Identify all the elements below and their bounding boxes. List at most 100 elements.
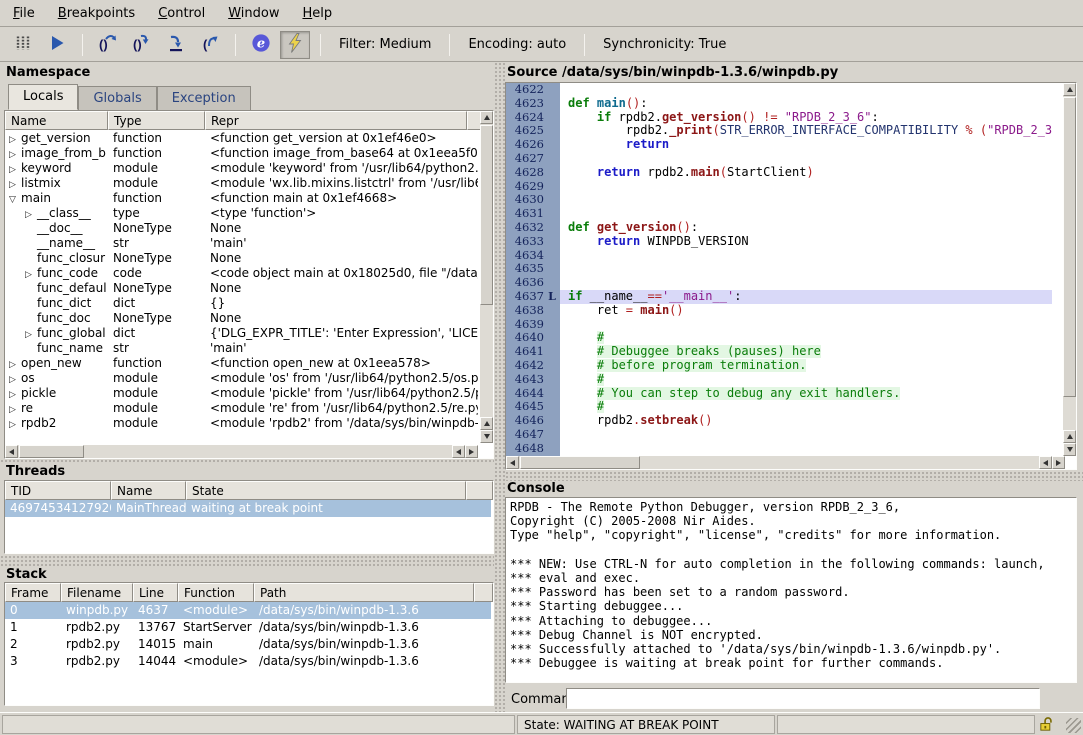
namespace-row[interactable]: func_namestr'main'	[5, 340, 478, 355]
scrollbar-thumb[interactable]	[1063, 97, 1076, 397]
namespace-row[interactable]: ▷image_from_bfunction<function image_fro…	[5, 145, 478, 160]
namespace-row[interactable]: ▷remodule<module 're' from '/usr/lib64/p…	[5, 400, 478, 415]
step-out-button[interactable]: (	[195, 31, 225, 59]
horizontal-scrollbar[interactable]	[5, 445, 478, 458]
scroll-right-button[interactable]	[465, 445, 478, 458]
namespace-row[interactable]: ▷listmixmodule<module 'wx.lib.mixins.lis…	[5, 175, 478, 190]
step-over-button[interactable]: ()	[93, 31, 123, 59]
stack-table[interactable]: FrameFilenameLineFunctionPath0winpdb.py4…	[4, 582, 494, 706]
namespace-row[interactable]: ▷__class__type<type 'function'>	[5, 205, 478, 220]
scroll-up-button[interactable]	[1063, 430, 1076, 443]
scroll-left-button[interactable]	[506, 456, 519, 469]
line-number-gutter[interactable]: 4648	[506, 442, 560, 456]
scroll-left-button[interactable]	[1039, 456, 1052, 469]
namespace-row[interactable]: ▷func_globaldict{'DLG_EXPR_TITLE': 'Ente…	[5, 325, 478, 340]
column-header-path[interactable]: Path	[254, 583, 474, 602]
scroll-down-button[interactable]	[480, 430, 493, 443]
horizontal-scrollbar[interactable]	[506, 456, 1065, 469]
menu-breakpoints[interactable]: Breakpoints	[55, 2, 138, 25]
namespace-row[interactable]: ▷get_versionfunction<function get_versio…	[5, 130, 478, 145]
line-number-gutter[interactable]: 4638	[506, 304, 560, 318]
namespace-row[interactable]: __name__str'main'	[5, 235, 478, 250]
scrollbar-thumb[interactable]	[480, 125, 493, 305]
vertical-scrollbar[interactable]	[1063, 83, 1076, 456]
scroll-down-button[interactable]	[1063, 443, 1076, 456]
step-return-button[interactable]	[161, 31, 191, 59]
namespace-row[interactable]: func_docNoneTypeNone	[5, 310, 478, 325]
go-button[interactable]	[42, 31, 72, 59]
column-header-line[interactable]: Line	[133, 583, 178, 602]
line-number-gutter[interactable]: 4632	[506, 221, 560, 235]
namespace-threads-splitter[interactable]	[0, 459, 494, 464]
vertical-scrollbar[interactable]	[480, 111, 493, 443]
scrollbar-thumb[interactable]	[19, 445, 84, 458]
column-header-filename[interactable]: Filename	[61, 583, 133, 602]
line-number-gutter[interactable]: 4635	[506, 262, 560, 276]
line-number-gutter[interactable]: 4623	[506, 97, 560, 111]
tab-globals[interactable]: Globals	[78, 86, 156, 110]
namespace-row[interactable]: func_closurNoneTypeNone	[5, 250, 478, 265]
menu-window[interactable]: Window	[225, 2, 282, 25]
encoding-toggle-button[interactable]: e	[246, 31, 276, 59]
line-number-gutter[interactable]: 4645	[506, 400, 560, 414]
column-header-frame[interactable]: Frame	[5, 583, 61, 602]
column-header-tid[interactable]: TID	[5, 481, 111, 500]
line-number-gutter[interactable]: 4646	[506, 414, 560, 428]
column-header-state[interactable]: State	[186, 481, 466, 500]
expand-arrow-icon[interactable]: ▷	[9, 180, 21, 190]
collapse-arrow-icon[interactable]: ▽	[9, 195, 21, 205]
namespace-row[interactable]: ▷open_newfunction<function open_new at 0…	[5, 355, 478, 370]
expand-arrow-icon[interactable]: ▷	[9, 420, 21, 430]
column-header-name[interactable]: Name	[5, 111, 108, 130]
expand-arrow-icon[interactable]: ▷	[9, 135, 21, 145]
scrollbar-thumb[interactable]	[520, 456, 640, 469]
namespace-row[interactable]: func_defaulNoneTypeNone	[5, 280, 478, 295]
line-number-gutter[interactable]: 4641	[506, 345, 560, 359]
scroll-up-button[interactable]	[480, 111, 493, 124]
line-number-gutter[interactable]: 4630	[506, 193, 560, 207]
namespace-row[interactable]: ▽mainfunction<function main at 0x1ef4668…	[5, 190, 478, 205]
line-number-gutter[interactable]: 4640	[506, 331, 560, 345]
tab-locals[interactable]: Locals	[8, 84, 78, 110]
step-into-button[interactable]: ()	[127, 31, 157, 59]
expand-arrow-icon[interactable]: ▷	[9, 150, 21, 160]
stack-frame-row[interactable]: 2rpdb2.py14015main/data/sys/bin/winpdb-1…	[5, 636, 491, 653]
namespace-table[interactable]: NameTypeRepr▷get_versionfunction<functio…	[4, 110, 494, 459]
command-input[interactable]	[566, 688, 1040, 709]
line-number-gutter[interactable]: 4622	[506, 83, 560, 97]
line-number-gutter[interactable]: 4627	[506, 152, 560, 166]
source-view[interactable]: 46224623def main():4624 if rpdb2.get_ver…	[505, 82, 1077, 470]
expand-arrow-icon[interactable]: ▷	[9, 405, 21, 415]
stack-frame-row[interactable]: 3rpdb2.py14044<module>/data/sys/bin/winp…	[5, 653, 491, 670]
line-number-gutter[interactable]: 4637L	[506, 290, 560, 304]
line-number-gutter[interactable]: 4643	[506, 373, 560, 387]
namespace-row[interactable]: ▷osmodule<module 'os' from '/usr/lib64/p…	[5, 370, 478, 385]
column-header-name[interactable]: Name	[111, 481, 186, 500]
source-console-splitter[interactable]	[505, 471, 1083, 481]
column-header-repr[interactable]: Repr	[205, 111, 467, 130]
line-number-gutter[interactable]: 4628	[506, 166, 560, 180]
line-number-gutter[interactable]: 4642	[506, 359, 560, 373]
expand-arrow-icon[interactable]: ▷	[25, 330, 37, 340]
line-number-gutter[interactable]: 4631	[506, 207, 560, 221]
column-header-function[interactable]: Function	[178, 583, 254, 602]
line-number-gutter[interactable]: 4633	[506, 235, 560, 249]
scroll-up-button[interactable]	[1063, 83, 1076, 96]
expand-arrow-icon[interactable]: ▷	[9, 360, 21, 370]
scroll-up-button[interactable]	[480, 417, 493, 430]
line-number-gutter[interactable]: 4634	[506, 249, 560, 263]
scroll-right-button[interactable]	[1052, 456, 1065, 469]
resize-grip[interactable]	[1066, 718, 1081, 733]
expand-arrow-icon[interactable]: ▷	[25, 210, 37, 220]
namespace-row[interactable]: ▷rpdb2module<module 'rpdb2' from '/data/…	[5, 415, 478, 430]
line-number-gutter[interactable]: 4629	[506, 180, 560, 194]
expand-arrow-icon[interactable]: ▷	[9, 390, 21, 400]
threads-stack-splitter[interactable]	[0, 555, 494, 566]
synchronicity-toggle-button[interactable]	[280, 31, 310, 59]
line-number-gutter[interactable]: 4647	[506, 428, 560, 442]
threads-table[interactable]: TIDNameState46974534127920MainThreadwait…	[4, 480, 494, 554]
scroll-left-button[interactable]	[452, 445, 465, 458]
menu-file[interactable]: File	[10, 2, 38, 25]
expand-arrow-icon[interactable]: ▷	[9, 165, 21, 175]
line-number-gutter[interactable]: 4624	[506, 111, 560, 125]
